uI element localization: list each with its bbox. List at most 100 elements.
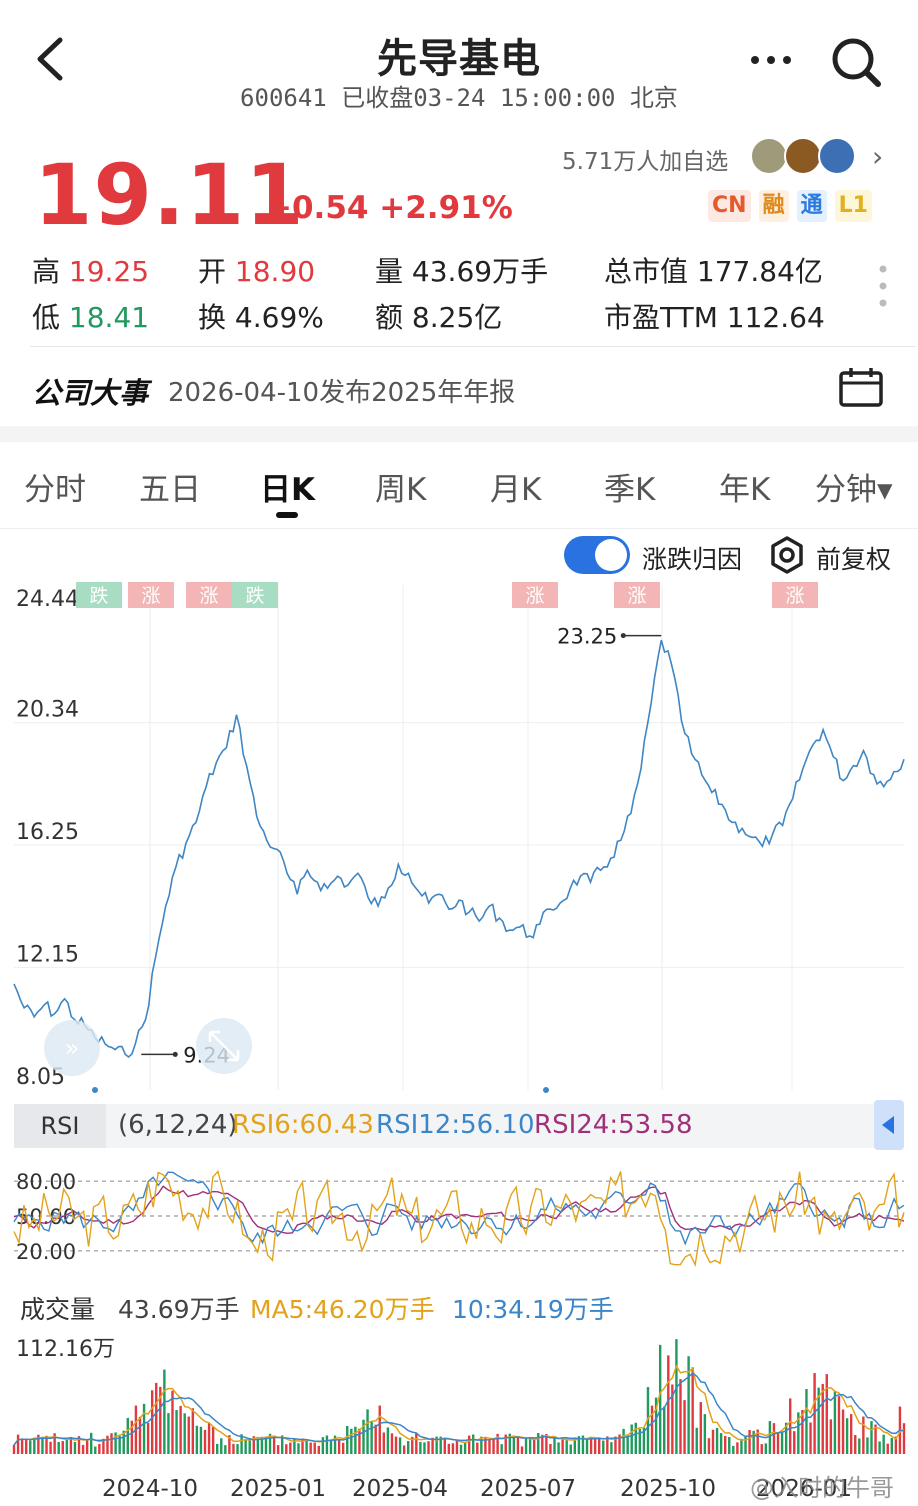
search-icon[interactable] [828,34,884,90]
price-axis-label: 24.44 [16,587,79,612]
volume-bar [740,1438,743,1454]
volume-bar [419,1441,422,1454]
market-status: 600641 已收盘03-24 15:00:00 北京 [240,84,678,112]
follower-avatars[interactable] [750,137,860,177]
tag-up: 涨 [614,582,660,608]
attribution-label: 涨跌归因 [642,545,743,574]
volume-bar [346,1425,349,1454]
toggle-knob [595,539,627,571]
price-chart[interactable]: 24.4420.3416.2512.158.05跌涨涨跌涨涨涨23.259.24… [0,580,918,1100]
badge-margin[interactable]: 融 [758,190,789,222]
volume-bar [447,1443,451,1454]
event-text[interactable]: 2026-04-10发布2025年年报 [168,372,515,409]
volume-bar [382,1432,386,1454]
volume-bar [719,1433,723,1454]
indicator-collapse-button[interactable] [874,1100,904,1150]
more-dots-icon[interactable] [745,36,797,76]
tab-weekly-k[interactable]: 周K [375,464,426,509]
volume-value: 43.69万手 [118,1295,240,1324]
stat-pe: 市盈TTM 112.64 [604,301,825,334]
divider [30,346,916,347]
tab-minute[interactable]: 分钟▾ [815,464,893,509]
volume-ma10: 10:34.19万手 [452,1295,614,1324]
price-axis-label: 20.34 [16,698,79,723]
volume-bar [337,1439,341,1454]
tab-yearly-k[interactable]: 年K [719,464,770,509]
volume-bar [427,1441,430,1454]
price-adjust-label[interactable]: 前复权 [816,540,891,576]
volume-bar [142,1403,146,1454]
volume-bar [821,1384,824,1454]
volume-bar [520,1446,524,1454]
volume-bar [378,1405,381,1454]
volume-bar [768,1421,772,1454]
volume-bar [106,1435,109,1454]
tab-five-day[interactable]: 五日 [139,464,201,509]
rsi-level-label: 80.00 [16,1170,76,1194]
volume-bar [557,1442,560,1454]
tab-monthly-k[interactable]: 月K [490,464,541,509]
tag-up: 涨 [186,582,232,608]
avatar [818,137,856,175]
volume-bar [224,1445,227,1454]
expand-dots-icon[interactable] [878,264,888,308]
volume-bar [793,1431,796,1454]
tab-quarterly-k[interactable]: 季K [604,464,655,509]
volume-bar [467,1435,471,1454]
volume-bar [703,1414,707,1454]
settings-gear-icon[interactable] [768,536,806,574]
tag-down: 跌 [232,582,278,608]
volume-bar [61,1441,64,1454]
calendar-icon[interactable] [838,366,884,408]
rsi-chart[interactable]: 80.0050.0020.00 [0,1150,918,1282]
volume-bar [658,1344,662,1454]
tag-up: 涨 [512,582,558,608]
volume-bar [402,1445,406,1454]
volume-bar [736,1442,739,1454]
volume-bar [138,1416,142,1454]
badge-l1[interactable]: L1 [834,190,872,222]
min-marker-dot [172,1051,178,1057]
event-label: 公司大事 [32,376,149,410]
volume-bar [870,1421,873,1454]
volume-bar [760,1444,763,1454]
volume-bar [244,1440,247,1454]
volume-bar [748,1429,751,1454]
watchlist-count[interactable]: 5.71万人加自选 [562,142,728,176]
volume-bar [772,1423,776,1454]
volume-bar [854,1435,857,1454]
volume-bar [537,1432,540,1454]
attribution-toggle[interactable] [564,536,630,574]
volume-bar [882,1434,885,1454]
badge-connect[interactable]: 通 [796,190,827,222]
x-axis-tick: 2025-07 [480,1476,576,1502]
volume-bar [886,1443,889,1454]
volume-bar [183,1413,186,1454]
volume-bar [163,1369,166,1454]
volume-bar [215,1443,219,1454]
volume-bar [858,1438,861,1454]
volume-bar [211,1427,215,1454]
volume-bar [423,1442,426,1454]
tab-intraday[interactable]: 分时 [24,464,86,509]
x-axis-tick: 2024-10 [102,1476,198,1502]
badge-cn[interactable]: CN [708,190,751,222]
tab-daily-k[interactable]: 日K [260,464,315,509]
volume-bar [561,1437,564,1454]
volume-bar [443,1438,446,1454]
x-axis-tick: 2025-10 [620,1476,716,1502]
volume-bar [837,1396,841,1454]
volume-label[interactable]: 成交量 [20,1290,95,1326]
volume-bar [85,1439,89,1454]
stat-market-cap: 总市值 177.84亿 [604,255,823,288]
volume-bar [825,1374,828,1454]
volume-bar [488,1440,491,1454]
volume-bar [553,1436,556,1454]
scroll-left-button[interactable]: » [44,1020,100,1076]
watermark: @入时的牛哥 [750,1474,894,1502]
volume-bar [374,1424,377,1454]
expand-button[interactable] [196,1018,252,1074]
price-line [13,639,905,1059]
rsi-indicator-name[interactable]: RSI [14,1104,106,1148]
chevron-right-icon[interactable]: › [872,140,883,173]
